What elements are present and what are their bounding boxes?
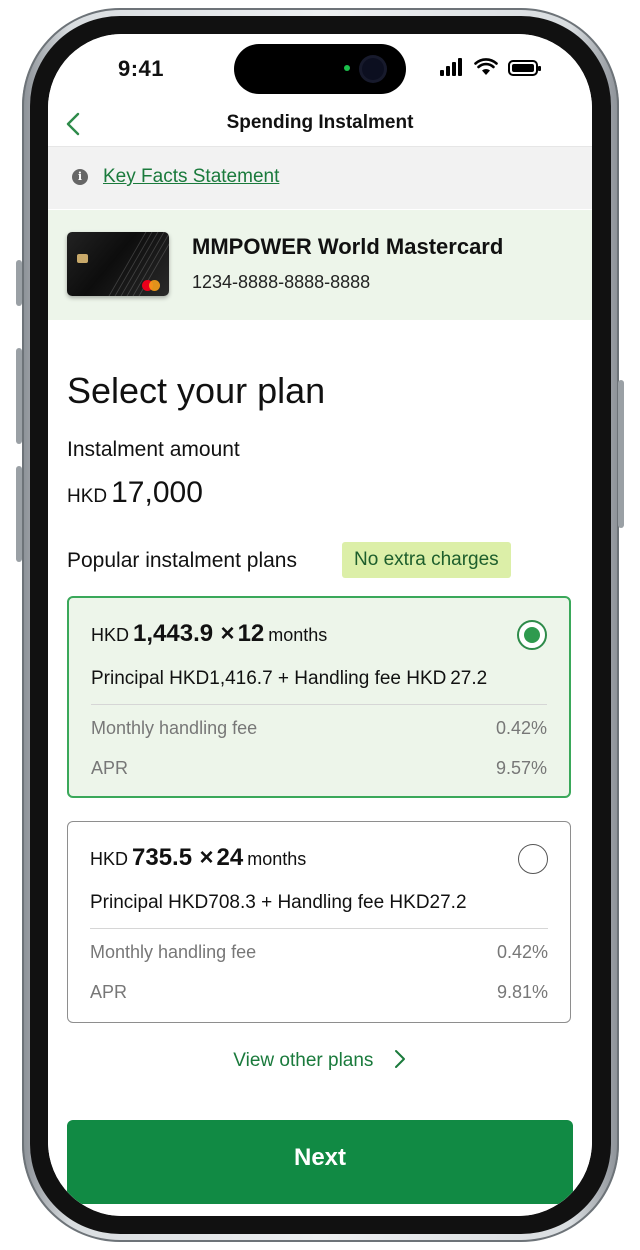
volume-up-button bbox=[16, 348, 22, 444]
nav-bar: Spending Instalment bbox=[48, 104, 592, 147]
view-other-plans-label: View other plans bbox=[233, 1050, 374, 1071]
next-button[interactable]: Next bbox=[67, 1120, 573, 1204]
no-extra-charges-badge: No extra charges bbox=[342, 542, 511, 578]
battery-icon bbox=[508, 60, 541, 76]
radio-unselected-icon[interactable] bbox=[518, 844, 548, 874]
plan-breakdown: Principal HKD708.3 + Handling fee HKD27.… bbox=[90, 892, 467, 913]
section-heading: Select your plan bbox=[67, 370, 326, 411]
plan-months-count: 12 bbox=[237, 620, 265, 647]
plan-monthly-amount: 735.5 bbox=[132, 844, 193, 871]
silent-switch bbox=[16, 260, 22, 306]
card-name: MMPOWER World Mastercard bbox=[192, 234, 504, 259]
amount-currency: HKD bbox=[67, 486, 108, 507]
apr-row: APR 9.57% bbox=[91, 758, 547, 779]
popular-plans-label: Popular instalment plans bbox=[67, 549, 297, 572]
page-title: Spending Instalment bbox=[226, 112, 414, 133]
amount-value-row: HKD 17,000 bbox=[67, 476, 203, 510]
divider bbox=[91, 704, 547, 705]
plan-months-count: 24 bbox=[216, 844, 244, 871]
wifi-icon bbox=[474, 58, 498, 75]
apr-row: APR 9.81% bbox=[90, 982, 548, 1003]
times-sign: × bbox=[199, 844, 214, 871]
info-icon: i bbox=[72, 169, 88, 185]
camera-icon bbox=[362, 58, 384, 80]
radio-selected-icon[interactable] bbox=[517, 620, 547, 650]
fee-label: Monthly handling fee bbox=[91, 718, 258, 738]
apr-value: 9.81% bbox=[496, 982, 548, 1002]
plan-headline: HKD 1,443.9 × 12 months bbox=[91, 620, 327, 648]
divider bbox=[90, 928, 548, 929]
plan-sheet: Select your plan Instalment amount HKD 17… bbox=[48, 320, 592, 1216]
card-summary: MMPOWER World Mastercard 1234-8888-8888-… bbox=[48, 210, 592, 320]
plan-monthly-amount: 1,443.9 bbox=[133, 620, 214, 647]
volume-down-button bbox=[16, 466, 22, 562]
dynamic-island bbox=[234, 44, 406, 94]
amount-value: 17,000 bbox=[111, 476, 203, 509]
plan-option-12-months[interactable]: HKD 1,443.9 × 12 months Principal HKD1,416.… bbox=[67, 596, 571, 798]
times-sign: × bbox=[220, 620, 235, 647]
plan-months-label: months bbox=[268, 625, 328, 645]
amount-label: Instalment amount bbox=[67, 438, 240, 461]
fee-label: Monthly handling fee bbox=[90, 942, 257, 962]
chevron-right-icon bbox=[394, 1050, 405, 1068]
status-icons bbox=[440, 58, 550, 82]
plan-months-label: months bbox=[247, 849, 307, 869]
apr-label: APR bbox=[91, 758, 129, 778]
plan-breakdown: Principal HKD1,416.7 + Handling fee HKD … bbox=[91, 668, 488, 689]
card-number: 1234-8888-8888-8888 bbox=[192, 272, 371, 292]
view-other-plans-link[interactable]: View other plans bbox=[48, 1048, 592, 1072]
signal-icon bbox=[440, 58, 466, 76]
apr-value: 9.57% bbox=[495, 758, 547, 778]
fee-row: Monthly handling fee 0.42% bbox=[91, 718, 547, 739]
plan-headline: HKD 735.5 × 24 months bbox=[90, 844, 306, 872]
key-facts-bar: i Key Facts Statement bbox=[48, 147, 592, 209]
credit-card-image bbox=[67, 232, 169, 296]
fee-row: Monthly handling fee 0.42% bbox=[90, 942, 548, 963]
plan-option-24-months[interactable]: HKD 735.5 × 24 months Principal HKD708.3 + … bbox=[67, 821, 571, 1023]
fee-value: 0.42% bbox=[495, 718, 547, 738]
plan-currency: HKD bbox=[90, 849, 129, 869]
apr-label: APR bbox=[90, 982, 128, 1002]
power-button bbox=[618, 380, 624, 528]
status-bar: 9:41 bbox=[48, 34, 592, 104]
privacy-indicator-dot bbox=[344, 65, 350, 71]
card-chip-icon bbox=[77, 254, 88, 263]
fee-value: 0.42% bbox=[496, 942, 548, 962]
screen: 9:41 Spending Instalment i Key Facts Sta… bbox=[48, 34, 592, 1216]
status-time: 9:41 bbox=[118, 56, 165, 81]
plan-currency: HKD bbox=[91, 625, 130, 645]
key-facts-link[interactable]: Key Facts Statement bbox=[103, 166, 279, 188]
